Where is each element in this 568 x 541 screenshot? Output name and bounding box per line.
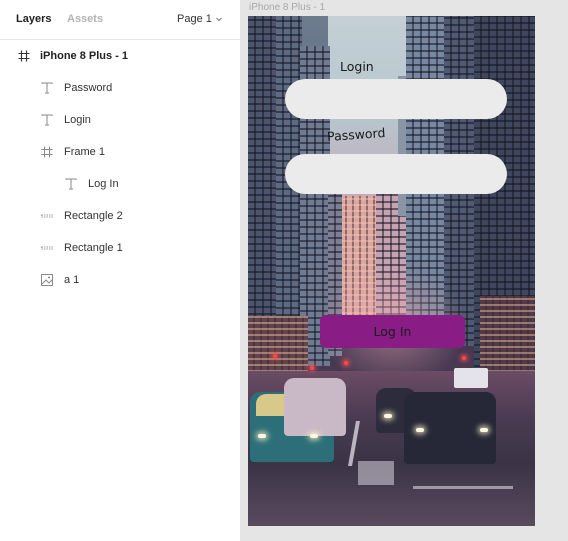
- image-icon: [41, 274, 53, 286]
- layer-label: Rectangle 2: [64, 210, 123, 222]
- text-icon: [65, 178, 77, 190]
- frame-icon: [41, 146, 53, 158]
- chevron-down-icon: [216, 17, 222, 22]
- page-selector[interactable]: Page 1: [177, 13, 223, 25]
- layer-label: a 1: [64, 274, 80, 286]
- tab-layers[interactable]: Layers: [16, 13, 51, 25]
- layer-image-a1[interactable]: a 1: [0, 264, 240, 296]
- layer-label: Frame 1: [64, 146, 105, 158]
- layer-label: Password: [64, 82, 113, 94]
- layer-label: Rectangle 1: [64, 242, 123, 254]
- layer-frame-1[interactable]: Frame 1: [0, 136, 240, 168]
- page-selector-label: Page 1: [177, 13, 212, 25]
- layer-rectangle-1[interactable]: Rectangle 1: [0, 232, 240, 264]
- login-label: Login: [340, 59, 374, 74]
- panel-header: Layers Assets Page 1: [0, 0, 240, 40]
- text-icon: [41, 82, 53, 94]
- rectangle-icon: [41, 246, 53, 250]
- frame-icon: [18, 50, 30, 62]
- layer-iphone-frame[interactable]: iPhone 8 Plus - 1: [0, 40, 240, 72]
- iphone-frame[interactable]: Login Password Log In: [248, 16, 535, 526]
- login-field[interactable]: [285, 79, 507, 119]
- layer-label: Log In: [88, 178, 119, 190]
- frame-title[interactable]: iPhone 8 Plus - 1: [249, 2, 325, 13]
- text-icon: [41, 114, 53, 126]
- layer-rectangle-2[interactable]: Rectangle 2: [0, 200, 240, 232]
- layer-label: Login: [64, 114, 91, 126]
- layers-panel: Layers Assets Page 1 iPhone 8 Plus - 1 P…: [0, 0, 240, 541]
- layer-login[interactable]: Login: [0, 104, 240, 136]
- log-in-button[interactable]: Log In: [320, 315, 465, 348]
- layer-log-in[interactable]: Log In: [0, 168, 240, 200]
- log-in-button-label: Log In: [373, 324, 412, 339]
- password-field[interactable]: [285, 154, 507, 194]
- layer-password[interactable]: Password: [0, 72, 240, 104]
- layer-label: iPhone 8 Plus - 1: [40, 50, 129, 62]
- tab-assets[interactable]: Assets: [67, 13, 103, 25]
- rectangle-icon: [41, 214, 53, 218]
